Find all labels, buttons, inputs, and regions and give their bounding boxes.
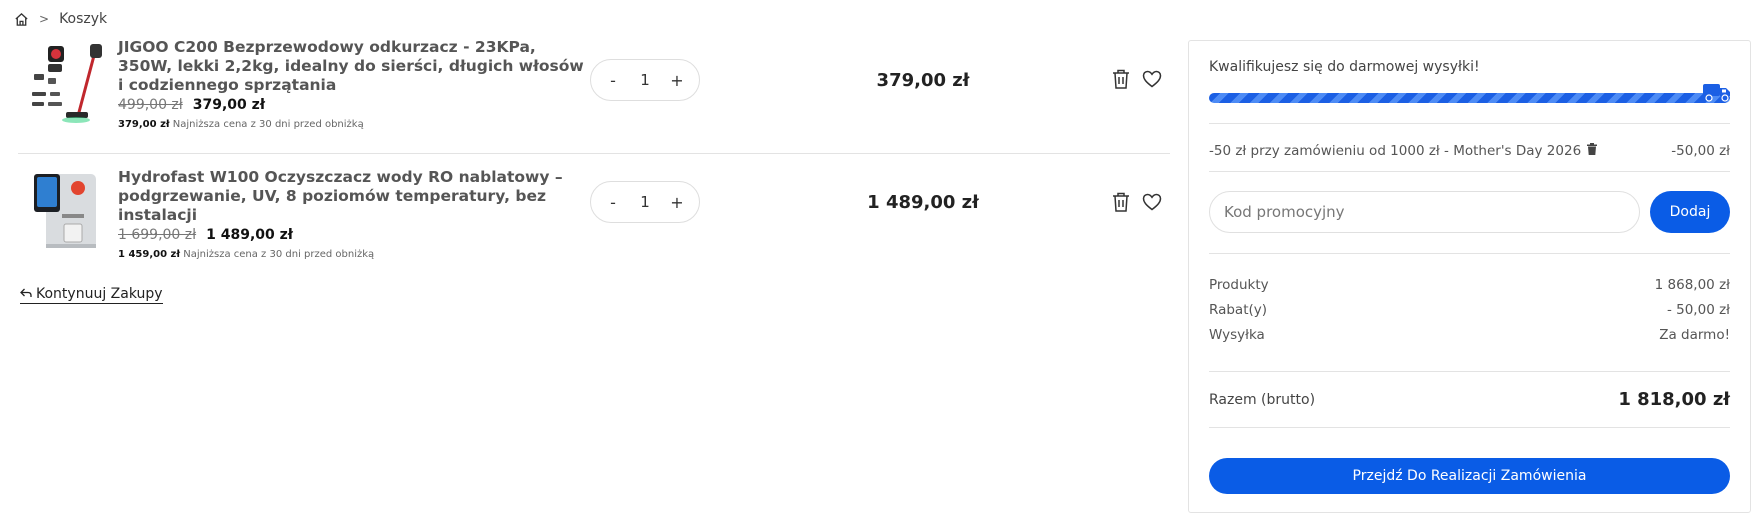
cart-item: JIGOO C200 Bezprzewodowy odkurzacz - 23K…	[18, 36, 1170, 154]
apply-promo-button[interactable]: Dodaj	[1650, 191, 1730, 233]
checkout-button[interactable]: Przejdź Do Realizacji Zamówienia	[1209, 458, 1730, 494]
quantity-decrease-button[interactable]: -	[605, 71, 621, 90]
free-shipping-progress-fill	[1209, 93, 1730, 103]
totals-label: Rabat(y)	[1209, 301, 1268, 318]
lowest-price-note: 1 459,00 zł Najniższa cena z 30 dni prze…	[118, 249, 588, 260]
item-actions	[1112, 69, 1162, 89]
product-name[interactable]: Hydrofast W100 Oczyszczacz wody RO nabla…	[118, 168, 588, 225]
trash-icon[interactable]	[1112, 192, 1130, 212]
summary-divider	[1209, 123, 1730, 124]
discount-name: -50 zł przy zamówieniu od 1000 zł - Moth…	[1209, 143, 1582, 159]
lowest-price: 379,00 zł	[118, 119, 170, 130]
quantity-stepper: - 1 +	[590, 181, 700, 223]
back-arrow-icon	[20, 286, 32, 302]
lowest-price-note: 379,00 zł Najniższa cena z 30 dni przed …	[118, 119, 588, 130]
quantity-increase-button[interactable]: +	[669, 193, 685, 212]
lowest-price-label: Najniższa cena z 30 dni przed obniżką	[183, 249, 375, 260]
product-info: JIGOO C200 Bezprzewodowy odkurzacz - 23K…	[118, 38, 588, 130]
totals-row: Produkty 1 868,00 zł	[1209, 272, 1730, 297]
free-shipping-progress	[1209, 84, 1730, 103]
totals-value: Za darmo!	[1659, 326, 1730, 343]
quantity-value[interactable]: 1	[640, 71, 650, 89]
summary-divider	[1209, 253, 1730, 254]
totals-value: 1 868,00 zł	[1654, 276, 1730, 293]
current-price: 379,00 zł	[192, 97, 266, 113]
breadcrumb-separator: >	[39, 12, 50, 26]
grand-total: Razem (brutto) 1 818,00 zł	[1209, 389, 1730, 410]
line-total: 379,00 zł	[876, 70, 970, 91]
order-summary: Kwalifikujesz się do darmowej wysyłki! -…	[1188, 40, 1751, 513]
quantity-decrease-button[interactable]: -	[605, 193, 621, 212]
trash-icon[interactable]	[1112, 69, 1130, 89]
breadcrumb-current: Koszyk	[59, 11, 108, 27]
cart-items-list: JIGOO C200 Bezprzewodowy odkurzacz - 23K…	[18, 36, 1170, 276]
product-info: Hydrofast W100 Oczyszczacz wody RO nabla…	[118, 168, 588, 260]
promo-code-form: Dodaj	[1209, 191, 1730, 233]
continue-shopping-link[interactable]: Kontynuuj Zakupy	[20, 286, 163, 304]
totals-row: Wysyłka Za darmo!	[1209, 322, 1730, 347]
lowest-price: 1 459,00 zł	[118, 249, 181, 260]
lowest-price-label: Najniższa cena z 30 dni przed obniżką	[172, 119, 364, 130]
trash-icon[interactable]	[1587, 143, 1598, 159]
vacuum-cleaner-image[interactable]	[26, 40, 112, 126]
free-shipping-text: Kwalifikujesz się do darmowej wysyłki!	[1209, 59, 1480, 75]
summary-divider	[1209, 171, 1730, 172]
cart-page: > Koszyk JIGOO C200 Bezprzewodowy odkurz…	[0, 0, 1763, 520]
heart-icon[interactable]	[1142, 193, 1162, 211]
summary-divider	[1209, 427, 1730, 428]
cart-item: Hydrofast W100 Oczyszczacz wody RO nabla…	[18, 154, 1170, 276]
continue-shopping-label: Kontynuuj Zakupy	[36, 286, 163, 302]
product-prices: 499,00 zł 379,00 zł	[118, 97, 588, 113]
product-prices: 1 699,00 zł 1 489,00 zł	[118, 227, 588, 243]
product-name[interactable]: JIGOO C200 Bezprzewodowy odkurzacz - 23K…	[118, 38, 588, 95]
summary-divider	[1209, 371, 1730, 372]
discount-value: -50,00 zł	[1671, 143, 1730, 159]
old-price: 499,00 zł	[118, 97, 183, 113]
totals-label: Produkty	[1209, 276, 1269, 293]
current-price: 1 489,00 zł	[206, 227, 293, 243]
quantity-value[interactable]: 1	[640, 193, 650, 211]
item-actions	[1112, 192, 1162, 212]
totals-value: - 50,00 zł	[1666, 301, 1730, 318]
grand-total-value: 1 818,00 zł	[1618, 389, 1730, 410]
totals-row: Rabat(y) - 50,00 zł	[1209, 297, 1730, 322]
line-total: 1 489,00 zł	[867, 192, 979, 213]
home-icon[interactable]	[14, 12, 29, 27]
discount-name-wrap: -50 zł przy zamówieniu od 1000 zł - Moth…	[1209, 143, 1598, 159]
totals-list: Produkty 1 868,00 zł Rabat(y) - 50,00 zł…	[1209, 272, 1730, 347]
grand-total-label: Razem (brutto)	[1209, 391, 1316, 408]
truck-icon	[1702, 81, 1732, 107]
applied-discount: -50 zł przy zamówieniu od 1000 zł - Moth…	[1209, 143, 1730, 159]
water-purifier-image[interactable]	[26, 168, 112, 254]
old-price: 1 699,00 zł	[118, 227, 197, 243]
promo-code-input[interactable]	[1209, 191, 1640, 233]
totals-label: Wysyłka	[1209, 326, 1265, 343]
heart-icon[interactable]	[1142, 70, 1162, 88]
quantity-increase-button[interactable]: +	[669, 71, 685, 90]
breadcrumb: > Koszyk	[14, 8, 107, 30]
quantity-stepper: - 1 +	[590, 59, 700, 101]
